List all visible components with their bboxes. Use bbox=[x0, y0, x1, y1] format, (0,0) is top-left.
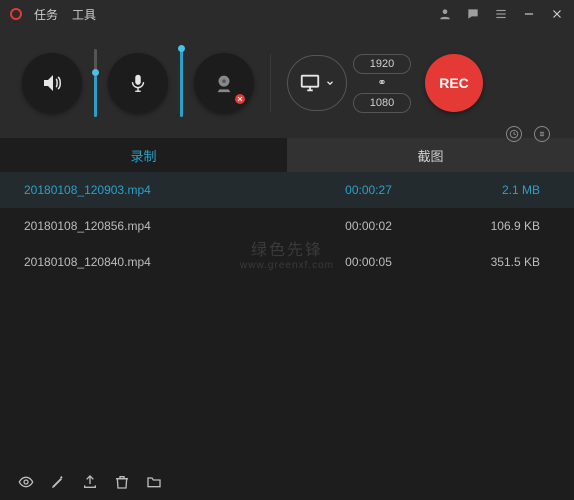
timer-icon[interactable] bbox=[506, 126, 522, 142]
resolution-height[interactable]: 1080 bbox=[353, 93, 411, 113]
cell-name: 20180108_120840.mp4 bbox=[24, 255, 308, 269]
preview-icon[interactable] bbox=[18, 474, 34, 490]
monitor-icon bbox=[299, 72, 321, 94]
webcam-button[interactable] bbox=[194, 53, 254, 113]
edit-icon[interactable] bbox=[50, 474, 66, 490]
close-icon[interactable] bbox=[550, 7, 564, 21]
mic-icon bbox=[127, 72, 149, 94]
capture-area-group: 1920 ⚭ 1080 bbox=[287, 54, 411, 113]
webcam-icon bbox=[213, 72, 235, 94]
tab-record[interactable]: 录制 bbox=[0, 138, 287, 172]
folder-icon[interactable] bbox=[146, 474, 162, 490]
list-mode-icon[interactable] bbox=[534, 126, 550, 142]
titlebar: 任务 工具 bbox=[0, 0, 574, 28]
chat-icon[interactable] bbox=[466, 7, 480, 21]
menu-tasks[interactable]: 任务 bbox=[34, 6, 58, 23]
mic-button[interactable] bbox=[108, 53, 168, 113]
lock-aspect-icon[interactable]: ⚭ bbox=[377, 78, 386, 89]
disabled-badge-icon bbox=[234, 93, 246, 105]
table-row[interactable]: 20180108_120840.mp4 00:00:05 351.5 KB bbox=[0, 244, 574, 280]
speaker-button[interactable] bbox=[22, 53, 82, 113]
display-button[interactable] bbox=[287, 55, 347, 111]
table-row[interactable]: 20180108_120903.mp4 00:00:27 2.1 MB bbox=[0, 172, 574, 208]
recording-list: 20180108_120903.mp4 00:00:27 2.1 MB 2018… bbox=[0, 172, 574, 464]
app-logo-icon bbox=[10, 8, 22, 20]
hamburger-icon[interactable] bbox=[494, 7, 508, 21]
cell-duration: 00:00:02 bbox=[308, 219, 429, 233]
cell-name: 20180108_120903.mp4 bbox=[24, 183, 308, 197]
delete-icon[interactable] bbox=[114, 474, 130, 490]
toolbar-separator bbox=[270, 54, 271, 112]
cell-size: 351.5 KB bbox=[429, 255, 550, 269]
speaker-volume-slider[interactable] bbox=[84, 49, 106, 117]
tab-screenshot[interactable]: 截图 bbox=[287, 138, 574, 172]
table-row[interactable]: 20180108_120856.mp4 00:00:02 106.9 KB bbox=[0, 208, 574, 244]
cell-duration: 00:00:27 bbox=[308, 183, 429, 197]
mic-volume-slider[interactable] bbox=[170, 49, 192, 117]
bottom-toolbar bbox=[0, 464, 574, 500]
mini-controls bbox=[506, 126, 550, 142]
menu-tools[interactable]: 工具 bbox=[72, 6, 96, 23]
cell-size: 2.1 MB bbox=[429, 183, 550, 197]
tabs: 录制 截图 bbox=[0, 138, 574, 172]
menu-bar: 任务 工具 bbox=[34, 6, 96, 23]
record-button[interactable]: REC bbox=[425, 54, 483, 112]
resolution-width[interactable]: 1920 bbox=[353, 54, 411, 74]
titlebar-right bbox=[438, 7, 564, 21]
minimize-icon[interactable] bbox=[522, 7, 536, 21]
chevron-down-icon bbox=[325, 78, 335, 88]
cell-size: 106.9 KB bbox=[429, 219, 550, 233]
account-icon[interactable] bbox=[438, 7, 452, 21]
cell-name: 20180108_120856.mp4 bbox=[24, 219, 308, 233]
cell-duration: 00:00:05 bbox=[308, 255, 429, 269]
app-window: 任务 工具 bbox=[0, 0, 574, 500]
export-icon[interactable] bbox=[82, 474, 98, 490]
speaker-icon bbox=[40, 71, 64, 95]
toolbar: 1920 ⚭ 1080 REC bbox=[0, 28, 574, 138]
